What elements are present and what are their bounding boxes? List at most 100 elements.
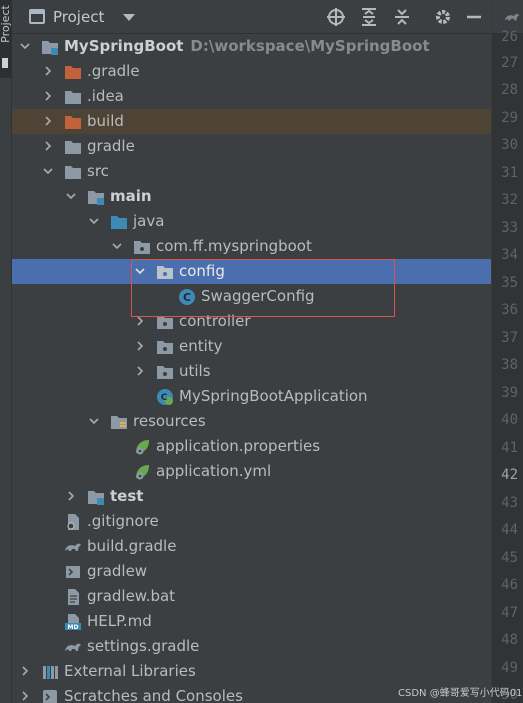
line-number: 31 bbox=[501, 165, 518, 181]
tree-row-main[interactable]: main bbox=[12, 184, 491, 209]
line-number: 26 bbox=[501, 29, 518, 45]
excluded-folder-icon bbox=[65, 116, 81, 129]
line-number: 30 bbox=[501, 137, 518, 153]
tree-row-resources[interactable]: resources bbox=[12, 409, 491, 434]
tree-label: application.properties bbox=[156, 437, 321, 455]
gradle-tab-icon[interactable] bbox=[502, 9, 522, 25]
tree-row-gradlew[interactable]: gradlew bbox=[12, 559, 491, 584]
line-number-current: 42 bbox=[501, 467, 518, 483]
expand-all-icon[interactable] bbox=[359, 7, 379, 27]
line-number: 39 bbox=[501, 385, 518, 401]
project-tool-strip[interactable]: Project bbox=[0, 0, 12, 703]
tree-label: .idea bbox=[87, 87, 124, 105]
expand-arrow-icon[interactable] bbox=[43, 166, 53, 176]
expand-arrow-icon[interactable] bbox=[20, 666, 30, 676]
expand-arrow-icon[interactable] bbox=[89, 416, 99, 426]
tree-row-idea[interactable]: .idea bbox=[12, 84, 491, 109]
tree-label: gradlew bbox=[87, 562, 148, 580]
tree-label: utils bbox=[179, 362, 211, 380]
package-icon bbox=[134, 241, 150, 254]
tree-row-package[interactable]: com.ff.myspringboot bbox=[12, 234, 491, 259]
project-tool-tab[interactable]: Project bbox=[0, 0, 12, 78]
ignore-file-icon bbox=[67, 514, 79, 530]
watermark: CSDN @蜂哥爱写小代码01 bbox=[398, 688, 523, 699]
tree-label: .gradle bbox=[87, 62, 140, 80]
locate-icon[interactable] bbox=[326, 7, 346, 27]
tree-row-build[interactable]: build bbox=[12, 109, 491, 134]
line-number: 33 bbox=[501, 220, 518, 236]
tree-label: gradle bbox=[87, 137, 135, 155]
tree-row-gradlew-bat[interactable]: gradlew.bat bbox=[12, 584, 491, 609]
tree-row-application-yml[interactable]: application.yml bbox=[12, 459, 491, 484]
tree-label: com.ff.myspringboot bbox=[156, 237, 312, 255]
tree-row-build-gradle[interactable]: build.gradle bbox=[12, 534, 491, 559]
expand-arrow-icon[interactable] bbox=[135, 316, 145, 326]
source-folder-icon bbox=[111, 216, 127, 229]
expand-arrow-icon[interactable] bbox=[20, 691, 30, 701]
gradle-icon bbox=[65, 643, 81, 651]
line-number: 27 bbox=[501, 55, 518, 71]
line-number: 37 bbox=[501, 330, 518, 346]
project-panel-header: Project bbox=[12, 0, 491, 34]
line-number: 40 bbox=[501, 412, 518, 428]
module-folder-icon bbox=[88, 191, 104, 205]
tree-row-root[interactable]: MySpringBoot D:\workspace\MySpringBoot bbox=[12, 34, 491, 59]
tree-label: src bbox=[87, 162, 109, 180]
settings-icon[interactable] bbox=[433, 7, 453, 27]
package-icon bbox=[157, 341, 173, 354]
tree-row-application-properties[interactable]: application.properties bbox=[12, 434, 491, 459]
tree-label: resources bbox=[133, 412, 206, 430]
tree-row-external-libraries[interactable]: External Libraries bbox=[12, 659, 491, 684]
module-folder-icon bbox=[42, 41, 58, 55]
tree-row-entity[interactable]: entity bbox=[12, 334, 491, 359]
expand-arrow-icon[interactable] bbox=[43, 66, 53, 76]
tree-label: test bbox=[110, 487, 144, 505]
spring-config-icon bbox=[136, 440, 149, 455]
tree-label: build.gradle bbox=[87, 537, 177, 555]
expand-arrow-icon[interactable] bbox=[135, 366, 145, 376]
tree-row-src[interactable]: src bbox=[12, 159, 491, 184]
tree-label: settings.gradle bbox=[87, 637, 200, 655]
expand-arrow-icon[interactable] bbox=[43, 91, 53, 101]
expand-arrow-icon[interactable] bbox=[20, 41, 30, 51]
expand-arrow-icon[interactable] bbox=[43, 116, 53, 126]
line-number: 46 bbox=[501, 577, 518, 593]
expand-arrow-icon[interactable] bbox=[89, 216, 99, 226]
tree-row-application-class[interactable]: C MySpringBootApplication bbox=[12, 384, 491, 409]
project-view-title[interactable]: Project bbox=[53, 8, 104, 26]
expand-arrow-icon[interactable] bbox=[112, 241, 122, 251]
spring-config-icon bbox=[136, 465, 149, 480]
markdown-icon: MD bbox=[65, 614, 81, 631]
expand-arrow-icon[interactable] bbox=[43, 141, 53, 151]
tree-row-settings-gradle[interactable]: settings.gradle bbox=[12, 634, 491, 659]
tree-row-test[interactable]: test bbox=[12, 484, 491, 509]
expand-arrow-icon[interactable] bbox=[66, 491, 76, 501]
tree-row-utils[interactable]: utils bbox=[12, 359, 491, 384]
expand-arrow-icon[interactable] bbox=[135, 341, 145, 351]
view-dropdown-icon[interactable] bbox=[123, 14, 135, 21]
line-number: 32 bbox=[501, 192, 518, 208]
tree-label: main bbox=[110, 187, 152, 205]
tree-label: Scratches and Consoles bbox=[64, 687, 243, 703]
tree-label: MySpringBoot D:\workspace\MySpringBoot bbox=[64, 37, 430, 55]
module-folder-icon bbox=[88, 491, 104, 505]
line-number: 43 bbox=[501, 495, 518, 511]
package-icon bbox=[157, 366, 173, 379]
tree-row-java[interactable]: java bbox=[12, 209, 491, 234]
folder-icon bbox=[65, 141, 81, 154]
project-panel: Project MySpringBoot D:\workspace\MySpri… bbox=[12, 0, 491, 703]
highlight-box bbox=[131, 259, 395, 317]
tree-row-help-md[interactable]: MD HELP.md bbox=[12, 609, 491, 634]
line-number: 36 bbox=[501, 302, 518, 318]
tree-row-gitignore[interactable]: .gitignore bbox=[12, 509, 491, 534]
folder-icon bbox=[65, 166, 81, 179]
collapse-all-icon[interactable] bbox=[392, 7, 412, 27]
tree-row-gradle-cache[interactable]: .gradle bbox=[12, 59, 491, 84]
text-file-icon bbox=[68, 589, 79, 605]
line-number: 35 bbox=[501, 275, 518, 291]
tree-row-gradle[interactable]: gradle bbox=[12, 134, 491, 159]
tree-label: java bbox=[133, 212, 165, 230]
hide-icon[interactable] bbox=[464, 7, 484, 27]
project-view-icon bbox=[29, 9, 45, 24]
expand-arrow-icon[interactable] bbox=[66, 191, 76, 201]
